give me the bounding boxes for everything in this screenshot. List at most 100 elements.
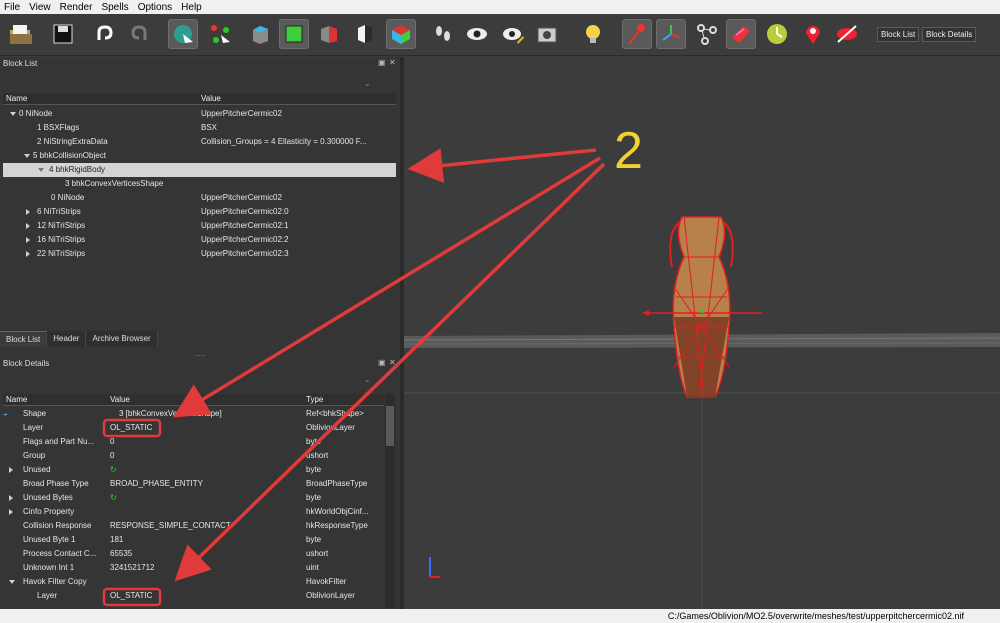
menu-spells[interactable]: Spells (101, 2, 128, 13)
menu-render[interactable]: Render (60, 2, 93, 13)
tree-row[interactable]: 3 bhkConvexVerticesShape (3, 177, 396, 191)
collapse-icon[interactable]: ⌄ (364, 375, 371, 384)
collapse-icon[interactable]: ⌄ (364, 79, 371, 88)
collapse-arrow-icon[interactable] (9, 495, 13, 501)
lightbulb-icon[interactable] (578, 19, 608, 49)
render-viewport[interactable] (403, 57, 1000, 609)
detail-value[interactable]: 3241521712 (110, 561, 300, 575)
scrollbar-thumb[interactable] (386, 406, 394, 446)
link-icon[interactable]: ◒ (3, 409, 8, 418)
detail-row[interactable]: Flags and Part Nu... 0 byte (3, 435, 384, 449)
column-type[interactable]: Type (306, 395, 323, 404)
detail-row[interactable]: ↻ Unused Bytes byte (3, 491, 384, 505)
tree-row[interactable]: 22 NiTriStrips UpperPitcherCermic02:3 (3, 247, 396, 261)
view-walk-icon[interactable] (386, 19, 416, 49)
save-icon[interactable] (48, 19, 78, 49)
dock-float-icon[interactable]: ▣ (378, 358, 386, 367)
view-front-icon[interactable] (279, 19, 309, 49)
menu-view[interactable]: View (29, 2, 51, 13)
detail-row[interactable]: Layer OL_STATIC OblivionLayer (3, 589, 384, 603)
view-user-icon[interactable] (350, 19, 380, 49)
detail-row[interactable]: Layer OL_STATIC OblivionLayer (3, 421, 384, 435)
block-list-toggle-button[interactable]: Block List (877, 27, 920, 42)
eye-edit-icon[interactable] (498, 19, 528, 49)
tree-row[interactable]: 5 bhkCollisionObject (3, 149, 396, 163)
expand-arrow-icon[interactable] (38, 168, 44, 172)
tab-header[interactable]: Header (47, 331, 87, 347)
detail-value[interactable]: 3 [bhkConvexVerticesShape] (119, 407, 309, 421)
detail-row[interactable]: Unused Byte 1 181 byte (3, 533, 384, 547)
view-top-icon[interactable] (245, 19, 275, 49)
block-details-toggle-button[interactable]: Block Details (922, 27, 977, 42)
detail-row[interactable]: Process Contact C... 65535 ushort (3, 547, 384, 561)
select-object-icon[interactable] (168, 19, 198, 49)
show-nodes-icon[interactable] (622, 19, 652, 49)
dock-tabs: Block List Header Archive Browser (0, 331, 400, 347)
collapse-arrow-icon[interactable] (9, 509, 13, 515)
details-scrollbar[interactable] (385, 394, 395, 608)
dock-float-icon[interactable]: ▣ (378, 58, 386, 67)
detail-row[interactable]: Group 0 ushort (3, 449, 384, 463)
footprints-icon[interactable] (428, 19, 458, 49)
show-havok-icon[interactable] (726, 19, 756, 49)
menu-file[interactable]: File (4, 2, 20, 13)
collapse-arrow-icon[interactable] (26, 237, 30, 243)
detail-value[interactable]: OL_STATIC (110, 589, 300, 603)
collapse-arrow-icon[interactable] (26, 251, 30, 257)
open-file-icon[interactable] (6, 19, 36, 49)
tree-row[interactable]: 0 NiNode UpperPitcherCermic02 (3, 191, 396, 205)
menu-options[interactable]: Options (138, 2, 172, 13)
dock-close-icon[interactable]: ✕ (389, 58, 396, 67)
detail-row[interactable]: Havok Filter Copy HavokFilter (3, 575, 384, 589)
refresh-icon[interactable]: ↻ (110, 491, 117, 505)
collapse-arrow-icon[interactable] (9, 467, 13, 473)
eye-icon[interactable] (462, 19, 492, 49)
detail-value[interactable]: 65535 (110, 547, 300, 561)
hide-collision-icon[interactable] (832, 19, 862, 49)
expand-arrow-icon[interactable] (9, 580, 15, 584)
tree-row[interactable]: 2 NiStringExtraData Collision_Groups = 4… (3, 135, 396, 149)
show-constraints-icon[interactable] (692, 19, 722, 49)
column-value[interactable]: Value (110, 395, 130, 404)
select-vertex-icon[interactable] (205, 19, 235, 49)
detail-row[interactable]: Collision Response RESPONSE_SIMPLE_CONTAC… (3, 519, 384, 533)
column-name[interactable]: Name (6, 395, 27, 404)
detail-value[interactable]: 0 (110, 435, 300, 449)
tab-block-list[interactable]: Block List (0, 331, 48, 347)
detail-value[interactable]: OL_STATIC (110, 421, 300, 435)
collapse-arrow-icon[interactable] (26, 209, 30, 215)
expand-arrow-icon[interactable] (24, 154, 30, 158)
undo-icon[interactable] (88, 19, 118, 49)
show-axes-icon[interactable] (656, 19, 686, 49)
collapse-arrow-icon[interactable] (26, 223, 30, 229)
detail-value[interactable]: BROAD_PHASE_ENTITY (110, 477, 300, 491)
show-timer-icon[interactable] (762, 19, 792, 49)
tree-row[interactable]: 6 NiTriStrips UpperPitcherCermic02:0 (3, 205, 396, 219)
detail-row[interactable]: Broad Phase Type BROAD_PHASE_ENTITY BroadP… (3, 477, 384, 491)
splitter-handle[interactable]: ..... (194, 349, 205, 358)
tree-row[interactable]: 1 BSXFlags BSX (3, 121, 396, 135)
redo-icon[interactable] (126, 19, 156, 49)
tree-row[interactable]: 16 NiTriStrips UpperPitcherCermic02:2 (3, 233, 396, 247)
show-markers-icon[interactable] (798, 19, 828, 49)
detail-value[interactable]: RESPONSE_SIMPLE_CONTACT (110, 519, 300, 533)
dock-close-icon[interactable]: ✕ (389, 358, 396, 367)
detail-row[interactable]: Cinfo Property hkWorldObjCinf... (3, 505, 384, 519)
screenshot-icon[interactable] (532, 19, 562, 49)
menu-help[interactable]: Help (181, 2, 202, 13)
detail-value[interactable]: 181 (110, 533, 300, 547)
expand-arrow-icon[interactable] (10, 112, 16, 116)
tree-row-selected[interactable]: 4 bhkRigidBody (3, 163, 396, 177)
refresh-icon[interactable]: ↻ (110, 463, 117, 477)
column-value[interactable]: Value (201, 94, 221, 103)
detail-row[interactable]: Unknown Int 1 3241521712 uint (3, 561, 384, 575)
tree-row[interactable]: 0 NiNode UpperPitcherCermic02 (3, 107, 396, 121)
tab-archive-browser[interactable]: Archive Browser (86, 331, 158, 347)
detail-row[interactable]: ◒ Shape 3 [bhkConvexVerticesShape] Ref<bhk… (3, 407, 384, 421)
detail-value[interactable]: 0 (110, 449, 300, 463)
view-side-icon[interactable] (314, 19, 344, 49)
tree-row[interactable]: 12 NiTriStrips UpperPitcherCermic02:1 (3, 219, 396, 233)
column-name[interactable]: Name (6, 94, 27, 103)
file-path: C:/Games/Oblivion/MO2.5/overwrite/meshes… (667, 611, 964, 621)
detail-row[interactable]: ↻ Unused byte (3, 463, 384, 477)
